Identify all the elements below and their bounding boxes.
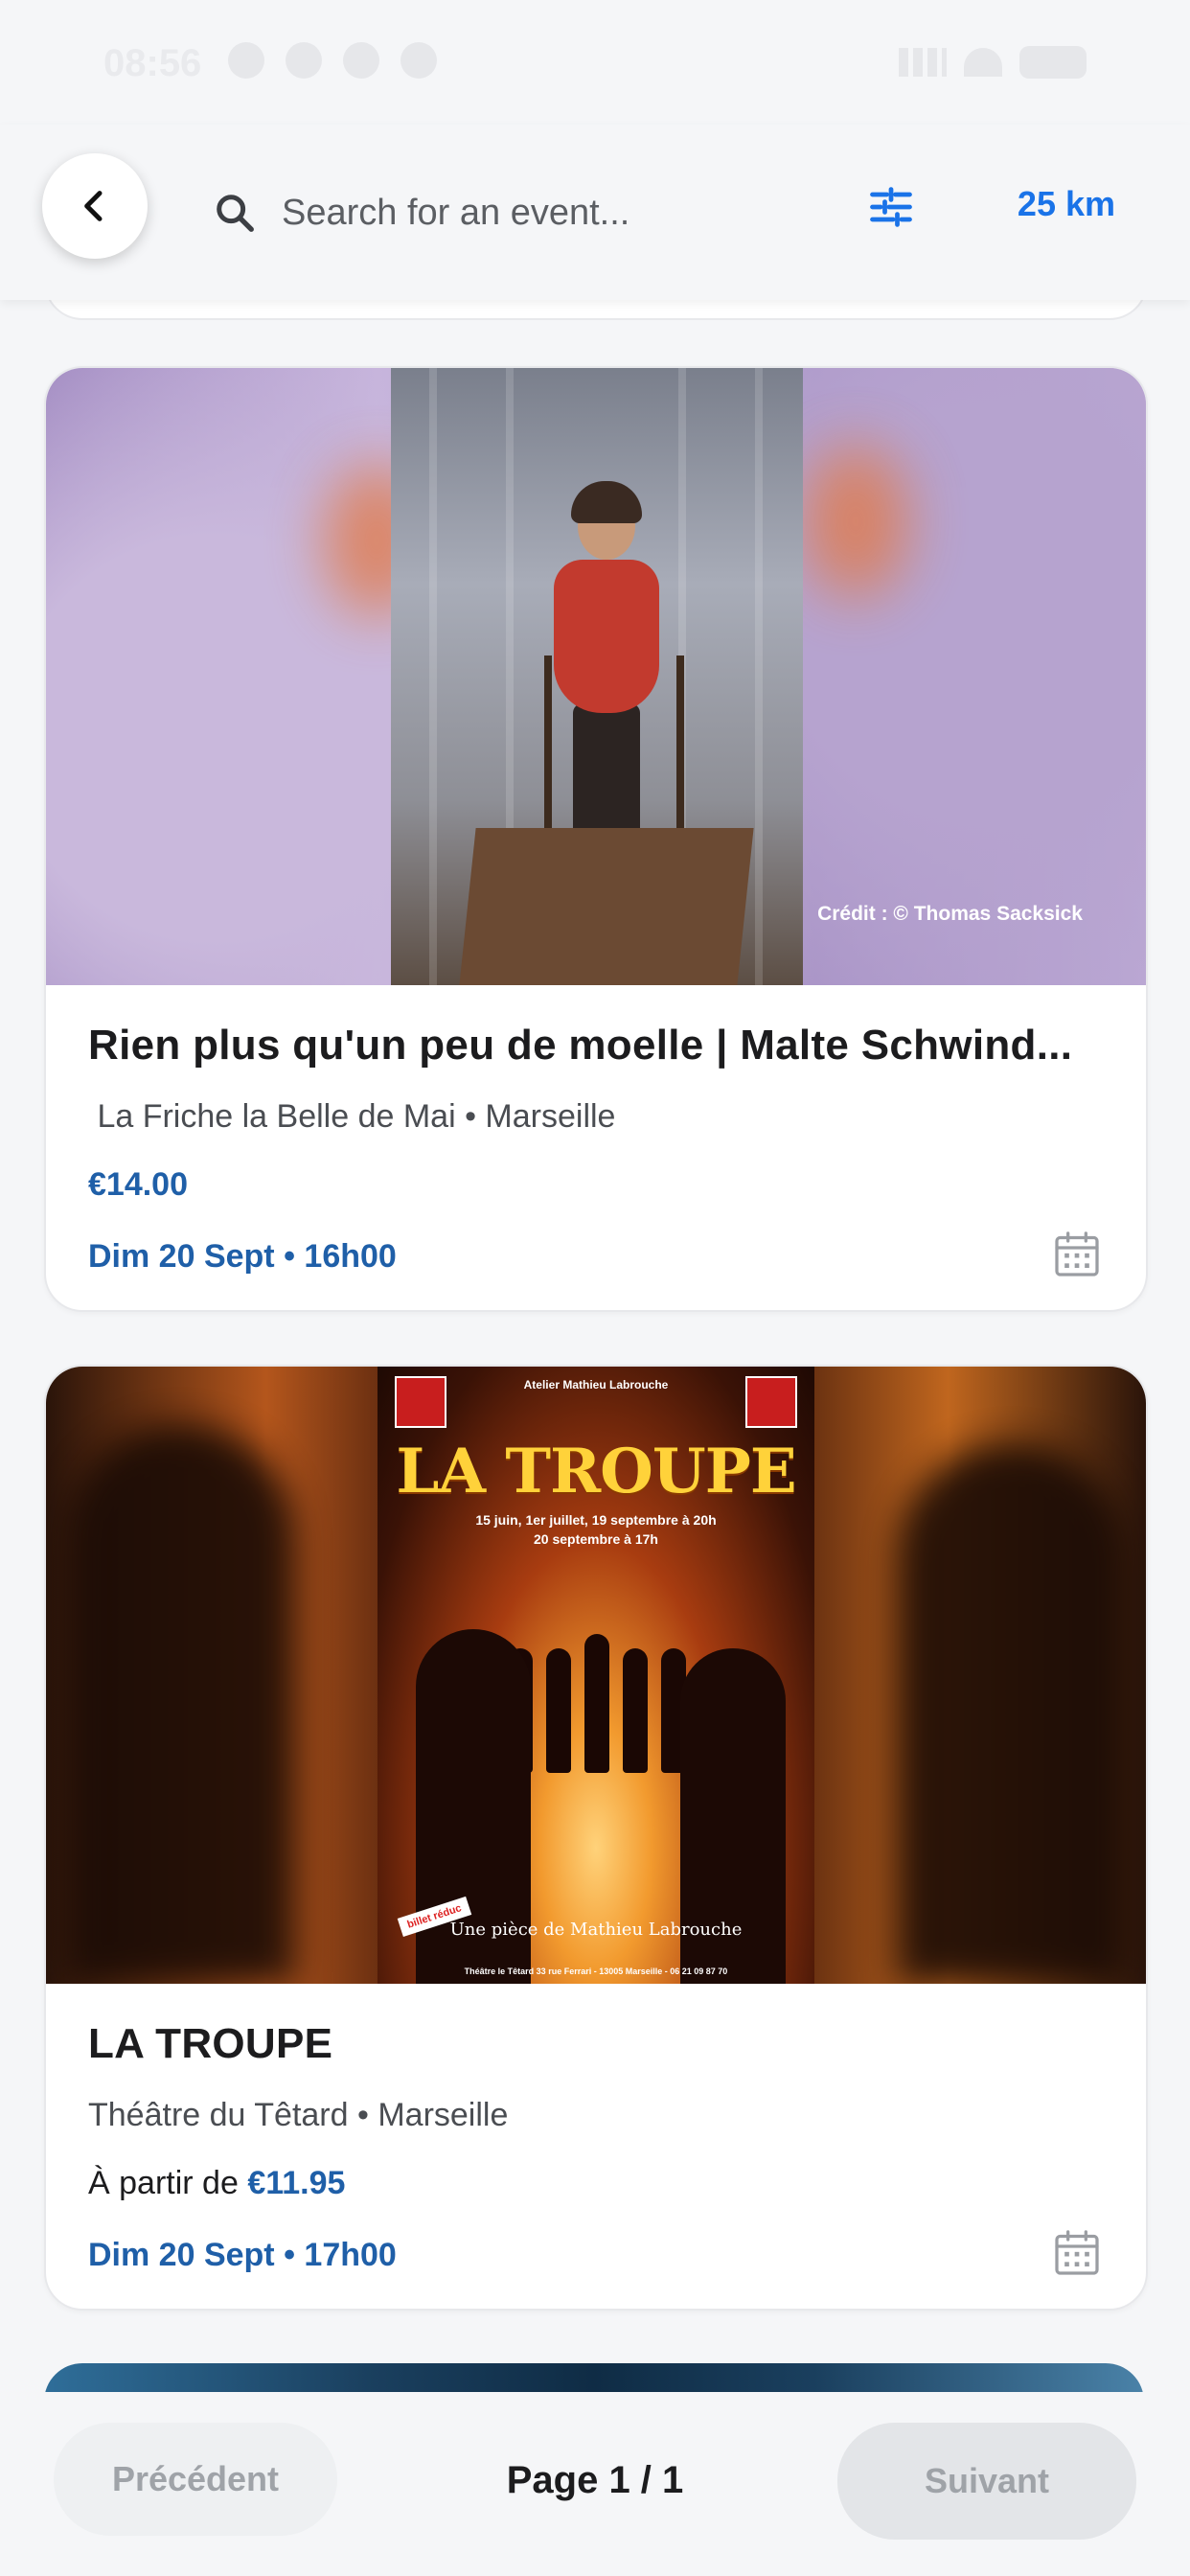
event-image: Crédit : © Thomas Sacksick [46, 368, 1146, 985]
event-image: Atelier Mathieu Labrouche LA TROUPE 15 j… [46, 1367, 1146, 1984]
chevron-left-icon [84, 191, 103, 221]
event-info: Rien plus qu'un peu de moelle | Malte Sc… [46, 985, 1146, 1310]
whatsapp-icon [286, 42, 322, 79]
event-card[interactable]: Atelier Mathieu Labrouche LA TROUPE 15 j… [44, 1365, 1148, 2311]
search-input[interactable] [280, 191, 820, 235]
calendar-icon [1055, 1231, 1099, 1276]
app-notification-icon [228, 42, 264, 79]
app-notification-icon [343, 42, 379, 79]
event-date: Dim 20 Sept • 16h00 [88, 1238, 397, 1275]
event-poster: Atelier Mathieu Labrouche LA TROUPE 15 j… [378, 1367, 814, 1984]
poster-dates: 15 juin, 1er juillet, 19 septembre à 20h… [475, 1512, 717, 1547]
tune-icon [870, 187, 912, 227]
pagination-bar: Précédent Page 1 / 1 Suivant [0, 2392, 1190, 2576]
event-title: LA TROUPE [88, 2020, 333, 2067]
event-info: LA TROUPE Théâtre du Têtard • Marseille … [46, 1984, 1146, 2309]
image-credit: Crédit : © Thomas Sacksick [817, 903, 1083, 925]
event-price: À partir de €11.95 [88, 2165, 1104, 2202]
poster-header: Atelier Mathieu Labrouche [523, 1378, 669, 1392]
system-icons [899, 46, 1087, 79]
event-card[interactable]: Crédit : © Thomas Sacksick Rien plus qu'… [44, 366, 1148, 1312]
poster-subtitle: Une pièce de Mathieu Labrouche [449, 1920, 743, 1940]
filter-button[interactable] [866, 182, 924, 240]
poster-title: LA TROUPE [396, 1436, 796, 1507]
search-icon [217, 195, 254, 232]
wifi-icon [964, 48, 1002, 77]
add-to-calendar-button[interactable] [1050, 2226, 1104, 2280]
price-value: €11.95 [247, 2165, 346, 2201]
battery-icon [1019, 46, 1087, 79]
event-venue: La Friche la Belle de Mai • Marseille [88, 1098, 616, 1135]
price-value: €14.00 [88, 1166, 188, 1203]
chat-icon [400, 42, 437, 79]
status-time: 08:56 [103, 42, 202, 84]
signal-icon [899, 48, 947, 77]
next-page-button[interactable]: Suivant [837, 2423, 1136, 2540]
event-price: €14.00 [88, 1166, 1104, 1204]
poster-footer: Théâtre le Têtard 33 rue Ferrari - 13005… [464, 1966, 728, 1976]
price-prefix: À partir de [88, 2165, 248, 2201]
back-button[interactable] [42, 153, 148, 259]
calendar-icon [1055, 2230, 1099, 2275]
event-date: Dim 20 Sept • 17h00 [88, 2237, 397, 2273]
radius-button[interactable]: 25 km [1018, 184, 1115, 224]
add-to-calendar-button[interactable] [1050, 1228, 1104, 1281]
search-header: 25 km [0, 125, 1190, 300]
status-bar: 08:56 [0, 0, 1190, 125]
event-venue: Théâtre du Têtard • Marseille [88, 2097, 509, 2133]
event-title: Rien plus qu'un peu de moelle | Malte Sc… [88, 1022, 1073, 1069]
notification-icons [228, 42, 437, 79]
search-bar[interactable] [213, 182, 820, 243]
